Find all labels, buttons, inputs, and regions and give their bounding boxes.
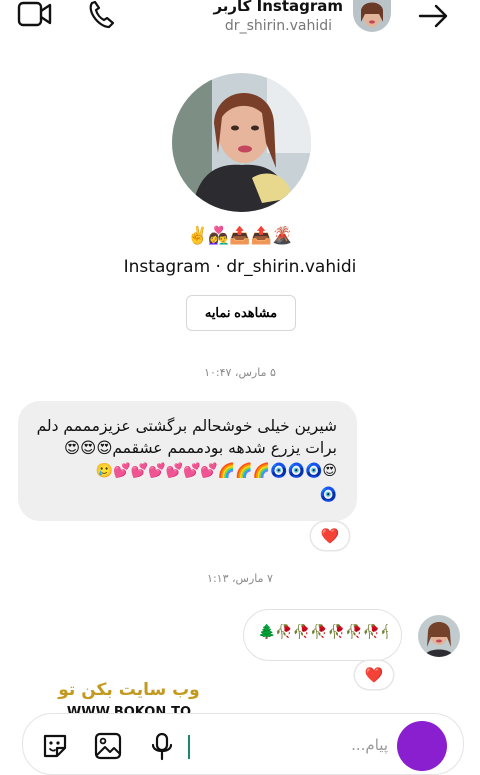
header-username: dr_shirin.vahidi: [224, 18, 332, 34]
send-button[interactable]: [397, 721, 447, 771]
profile-avatar[interactable]: [172, 73, 311, 212]
gallery-icon[interactable]: [93, 731, 123, 761]
profile-bio-emojis: ✌️👩‍❤️‍👨📤📤🌋: [187, 226, 293, 246]
header-avatar[interactable]: [353, 0, 391, 32]
phone-icon[interactable]: [86, 0, 118, 30]
incoming-message-line: برات یزرع شدهه بودمممم عشقمم😍😍😍: [63, 439, 337, 457]
view-profile-button[interactable]: مشاهده نمایه: [186, 295, 296, 331]
microphone-icon[interactable]: [148, 731, 176, 761]
text-cursor: [188, 735, 190, 759]
sender-avatar[interactable]: [418, 615, 460, 657]
outgoing-message-text: 🌲🥀🥀🥀🥀🥀🥀🥀🥀: [258, 624, 388, 640]
back-arrow-icon[interactable]: [416, 2, 450, 30]
message-input-placeholder[interactable]: پیام...: [300, 736, 388, 754]
profile-name-line: Instagram · dr_shirin.vahidi: [123, 257, 357, 277]
message-date-1: ۵ مارس، ۱۰:۴۷: [204, 366, 276, 379]
reaction-heart-1[interactable]: ❤️: [311, 522, 349, 550]
reaction-heart-2[interactable]: ❤️: [355, 661, 393, 689]
incoming-message-line: 😍🧿🧿🧿🌈🌈🌈💕💕💕💕💕💕🥲: [95, 463, 337, 479]
message-date-2: ۷ مارس، ۱:۱۳: [207, 572, 273, 585]
sticker-icon[interactable]: [40, 731, 70, 761]
video-call-icon[interactable]: [16, 0, 54, 30]
watermark-title: وب سایت بکن تو: [58, 680, 200, 700]
incoming-message-line: 🧿: [319, 487, 337, 503]
incoming-message-line: شیرین خیلی خوشحالم برگشتی عزیزمممم دلم: [36, 417, 337, 435]
header-title: Instagram کاربر: [213, 0, 343, 15]
